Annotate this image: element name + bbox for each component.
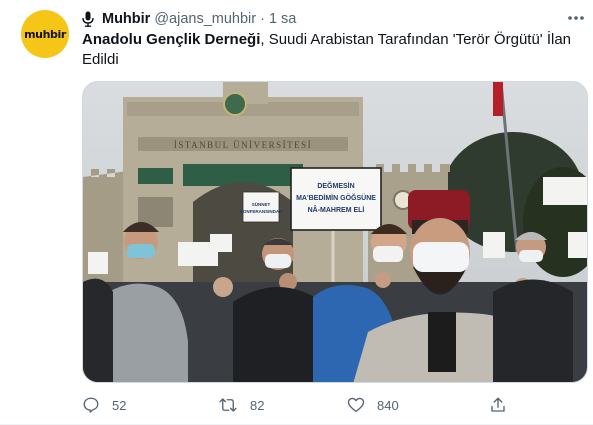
tweet-actions-bar: 52 82 840 bbox=[82, 396, 512, 418]
protest-photo-illustration: İSTANBUL ÜNİVERSİTESİ SÜNNET KONFERANSIN… bbox=[83, 82, 587, 382]
share-button[interactable] bbox=[489, 396, 519, 414]
retweet-button[interactable]: 82 bbox=[218, 396, 264, 414]
separator-dot: · bbox=[260, 11, 265, 27]
small-sign-line-2: KONFERANSINDAN bbox=[240, 209, 283, 214]
retweet-count: 82 bbox=[250, 397, 265, 413]
heart-icon bbox=[347, 397, 365, 413]
share-icon bbox=[491, 397, 505, 412]
avatar[interactable]: muhbir bbox=[21, 10, 69, 58]
like-button[interactable]: 840 bbox=[347, 396, 399, 414]
avatar-logo-text: muhbir bbox=[24, 27, 66, 41]
microphone-icon bbox=[82, 11, 96, 27]
reply-button[interactable]: 52 bbox=[82, 396, 126, 414]
tweet-text-bold: Anadolu Gençlik Derneği bbox=[82, 31, 261, 48]
display-name[interactable]: Muhbir bbox=[102, 11, 150, 27]
like-count: 840 bbox=[377, 397, 399, 413]
tweet-header: Muhbir @ajans_muhbir · 1 sa bbox=[82, 9, 296, 29]
tweet-timestamp[interactable]: 1 sa bbox=[269, 11, 296, 27]
main-sign-line-2: MA'BEDİMİN GÖĞSÜNE bbox=[296, 193, 376, 202]
gate-inscription: İSTANBUL ÜNİVERSİTESİ bbox=[174, 140, 312, 150]
tweet-text: Anadolu Gençlik Derneği, Suudi Arabistan… bbox=[82, 30, 582, 70]
tweet-card[interactable]: muhbir Muhbir @ajans_muhbir · 1 sa Anado… bbox=[0, 0, 593, 425]
tweet-photo[interactable]: İSTANBUL ÜNİVERSİTESİ SÜNNET KONFERANSIN… bbox=[82, 81, 588, 383]
reply-count: 52 bbox=[112, 397, 127, 413]
main-sign-line-1: DEĞMESİN bbox=[317, 181, 354, 190]
reply-icon bbox=[83, 397, 99, 413]
small-sign-line-1: SÜNNET bbox=[252, 201, 271, 207]
main-sign-line-3: NÂ-MAHREM ELİ bbox=[308, 205, 365, 214]
more-horizontal-icon[interactable] bbox=[566, 10, 586, 26]
retweet-icon bbox=[219, 398, 237, 412]
user-handle[interactable]: @ajans_muhbir bbox=[154, 11, 256, 27]
